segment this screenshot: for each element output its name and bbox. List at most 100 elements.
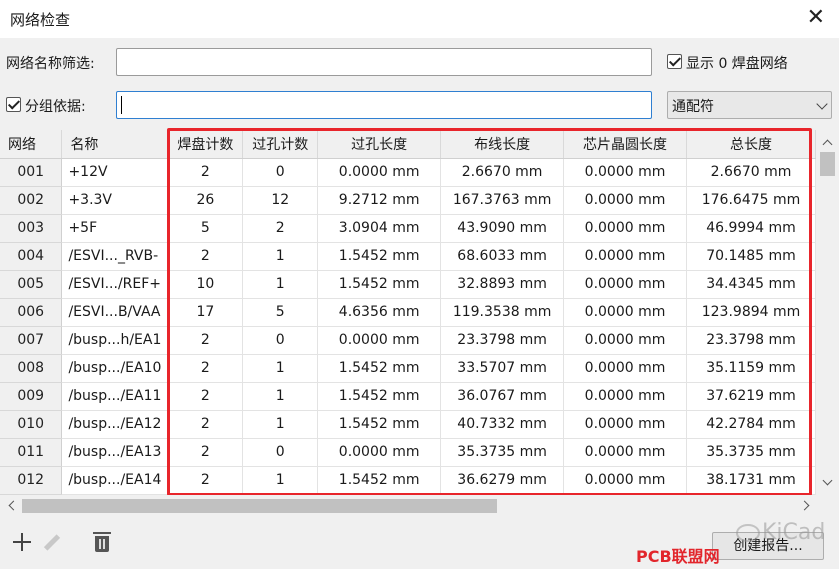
table-row[interactable]: 006/ESVI...B/VAA 17 5 4.6356 mm 119.3538 mm 0… (0, 298, 816, 327)
scroll-right-icon[interactable] (799, 500, 810, 511)
table-row[interactable]: 001 +12V 2 0 0.0000 mm 2.6670 mm 0.0000 mm 2.66… (0, 158, 816, 187)
table-cell: /busp.../EA12 (61, 410, 169, 439)
row-net-code: 006 (0, 298, 63, 327)
table-row[interactable]: 008/busp.../EA10 2 1 1.5452 mm 33.5707 mm 0.0… (0, 354, 816, 383)
table-cell: 2 (167, 158, 244, 187)
table-cell: +5F (61, 214, 169, 243)
column-header[interactable]: 名称 (61, 130, 169, 159)
table-cell: 0.0000 mm (563, 158, 687, 187)
table-cell: 10 (167, 270, 244, 299)
site-watermark: PCB联盟网 (Pcbbar.com) (636, 547, 754, 569)
table-cell: 0.0000 mm (563, 410, 687, 439)
table-cell: 36.6279 mm (440, 466, 565, 495)
table-cell: /ESVI...B/VAA (61, 298, 169, 327)
table-cell: 35.3735 mm (440, 438, 565, 467)
table-cell: 1.5452 mm (317, 270, 442, 299)
table-row[interactable]: 011/busp.../EA13 2 0 0.0000 mm 35.3735 mm 0.0… (0, 438, 816, 467)
table-row[interactable]: 007/busp...h/EA1 2 0 0.0000 mm 23.3798 mm 0.0… (0, 326, 816, 355)
table-cell: 35.1159 mm (686, 354, 816, 383)
column-header[interactable]: 布线长度 (440, 130, 565, 159)
close-icon[interactable]: ✕ (807, 4, 825, 32)
table-cell: +12V (61, 158, 169, 187)
horizontal-scrollbar[interactable] (0, 495, 816, 517)
table-cell: 2 (167, 242, 244, 271)
table-cell: /busp.../EA11 (61, 382, 169, 411)
row-net-code: 009 (0, 382, 63, 411)
table-cell: /busp.../EA13 (61, 438, 169, 467)
table-row[interactable]: 004/ESVI..._RVB- 2 1 1.5452 mm 68.6033 mm 0.0… (0, 242, 816, 271)
wechat-bubble-icon (736, 524, 760, 542)
table-cell: 5 (242, 298, 319, 327)
table-cell: 26 (167, 186, 244, 215)
column-header[interactable]: 过孔计数 (242, 130, 319, 159)
row-net-code: 008 (0, 354, 63, 383)
plus-icon[interactable] (10, 530, 34, 554)
scroll-up-icon[interactable] (822, 139, 833, 150)
table-cell: 46.9994 mm (686, 214, 816, 243)
column-header[interactable]: 过孔长度 (317, 130, 442, 159)
row-net-code: 011 (0, 438, 63, 467)
table-cell: 1 (242, 466, 319, 495)
row-net-code: 012 (0, 466, 63, 495)
scroll-left-icon[interactable] (8, 500, 19, 511)
table-cell: 0 (242, 158, 319, 187)
table-cell: 1.5452 mm (317, 242, 442, 271)
chevron-down-icon (816, 98, 828, 110)
table-cell: 3.0904 mm (317, 214, 442, 243)
column-header[interactable]: 芯片晶圆长度 (563, 130, 687, 159)
net-table: 网络 名称 焊盘计数 过孔计数 过孔长度 布线长度 芯片晶圆长度 总长度 001 +12V 2 0 0… (0, 130, 816, 495)
table-cell: 1 (242, 354, 319, 383)
table-row[interactable]: 009/busp.../EA11 2 1 1.5452 mm 36.0767 mm 0.0… (0, 382, 816, 411)
trash-icon[interactable] (90, 530, 114, 554)
table-cell: 68.6033 mm (440, 242, 565, 271)
table-cell: 0.0000 mm (563, 326, 687, 355)
net-filter-input[interactable] (116, 48, 652, 76)
scroll-down-icon[interactable] (822, 475, 833, 486)
horizontal-scroll-thumb[interactable] (22, 499, 497, 513)
vertical-scroll-thumb[interactable] (820, 152, 835, 176)
table-cell: 123.9894 mm (686, 298, 816, 327)
table-cell: 1.5452 mm (317, 466, 442, 495)
column-header[interactable]: 网络 (0, 130, 63, 159)
row-net-code: 010 (0, 410, 63, 439)
table-cell: 1 (242, 410, 319, 439)
table-cell: 0.0000 mm (563, 354, 687, 383)
table-row[interactable]: 012/busp.../EA14 2 1 1.5452 mm 36.6279 mm 0.0… (0, 466, 816, 495)
table-cell: 17 (167, 298, 244, 327)
group-by-input[interactable] (116, 91, 652, 119)
row-net-code: 002 (0, 186, 63, 215)
table-cell: 0.0000 mm (317, 326, 442, 355)
column-header[interactable]: 焊盘计数 (167, 130, 244, 159)
table-cell: 37.6219 mm (686, 382, 816, 411)
table-header: 网络 名称 焊盘计数 过孔计数 过孔长度 布线长度 芯片晶圆长度 总长度 (0, 130, 816, 159)
table-cell: 1.5452 mm (317, 410, 442, 439)
vertical-scrollbar[interactable] (816, 130, 839, 495)
table-row[interactable]: 002 +3.3V 26 12 9.2712 mm 167.3763 mm 0.0000 m… (0, 186, 816, 215)
row-net-code: 007 (0, 326, 63, 355)
match-mode-select[interactable]: 通配符 (667, 91, 832, 119)
table-cell: 2.6670 mm (686, 158, 816, 187)
table-cell: 12 (242, 186, 319, 215)
title-bar: 网络检查 ✕ (0, 0, 839, 38)
table-cell: 2 (167, 438, 244, 467)
table-row[interactable]: 010/busp.../EA12 2 1 1.5452 mm 40.7332 mm 0.0… (0, 410, 816, 439)
table-cell: 38.1731 mm (686, 466, 816, 495)
table-row[interactable]: 003 +5F 5 2 3.0904 mm 43.9090 mm 0.0000 mm 46.9… (0, 214, 816, 243)
table-cell: /busp...h/EA1 (61, 326, 169, 355)
table-cell: 9.2712 mm (317, 186, 442, 215)
kicad-watermark: KiCad (762, 520, 826, 545)
table-cell: 0.0000 mm (563, 438, 687, 467)
table-cell: 4.6356 mm (317, 298, 442, 327)
table-cell: 119.3538 mm (440, 298, 565, 327)
show-zero-pad-checkbox[interactable] (667, 54, 682, 69)
table-cell: /ESVI.../REF+ (61, 270, 169, 299)
group-by-checkbox[interactable] (6, 97, 21, 112)
table-row[interactable]: 005/ESVI.../REF+ 10 1 1.5452 mm 32.8893 mm 0.… (0, 270, 816, 299)
table-cell: 2 (167, 326, 244, 355)
group-by-label: 分组依据: (25, 99, 86, 115)
table-cell: 0.0000 mm (317, 438, 442, 467)
table-cell: 0.0000 mm (563, 382, 687, 411)
row-net-code: 003 (0, 214, 63, 243)
column-header[interactable]: 总长度 (686, 130, 816, 159)
match-mode-value: 通配符 (672, 99, 714, 115)
